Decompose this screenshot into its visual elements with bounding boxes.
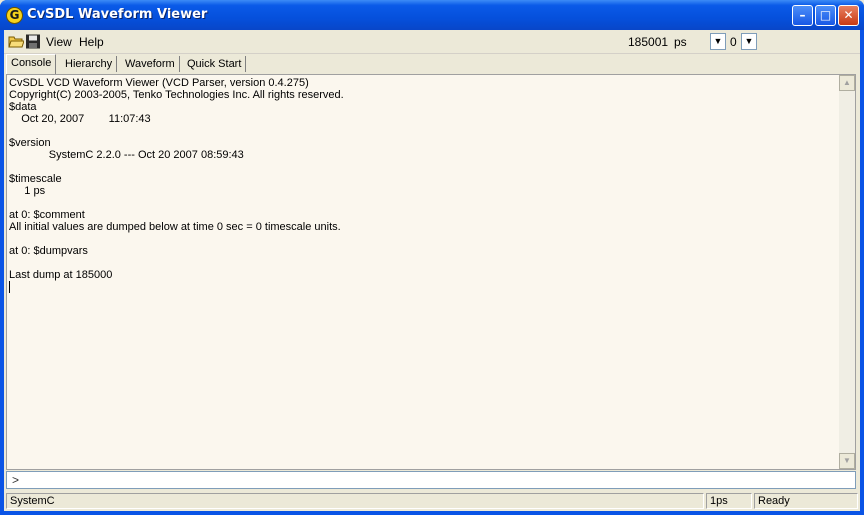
app-window: G CvSDL Waveform Viewer – □ ✕ View Help … xyxy=(0,0,864,515)
tab-strip: Console Hierarchy Waveform Quick Start xyxy=(4,54,860,74)
floppy-disk-icon[interactable] xyxy=(25,34,41,49)
minimize-icon: – xyxy=(799,8,806,22)
status-bar: SystemC 1ps Ready xyxy=(4,491,860,511)
console-line: All initial values are dumped below at t… xyxy=(9,221,341,233)
menu-toolbar: View Help 185001 ps ▼ 0 ▼ xyxy=(4,30,860,54)
command-input[interactable]: > xyxy=(6,471,856,489)
tab-quick-start[interactable]: Quick Start xyxy=(183,56,247,72)
scroll-down-button[interactable]: ▼ xyxy=(839,453,855,469)
zoom-dropdown-button[interactable]: ▼ xyxy=(741,33,757,50)
window-title: CvSDL Waveform Viewer xyxy=(27,7,208,22)
maximize-button[interactable]: □ xyxy=(815,5,836,26)
close-button[interactable]: ✕ xyxy=(838,5,859,26)
time-value: 185001 xyxy=(628,35,669,49)
console-line: Copyright(C) 2003-2005, Tenko Technologi… xyxy=(9,89,344,101)
console-line: 1 ps xyxy=(9,185,46,197)
prompt-symbol: > xyxy=(12,473,20,487)
chevron-down-icon: ▼ xyxy=(744,36,754,46)
time-unit: ps xyxy=(674,35,687,49)
console-line: $data xyxy=(9,101,37,113)
folder-open-icon[interactable] xyxy=(8,34,24,49)
chevron-down-icon: ▼ xyxy=(713,36,723,46)
close-icon: ✕ xyxy=(843,8,854,22)
console-line: Last dump at 185000 xyxy=(9,269,113,281)
cvsdl-logo-icon: G xyxy=(6,7,23,24)
console-lines: CvSDL VCD Waveform Viewer (VCD Parser, v… xyxy=(9,77,835,293)
tab-console[interactable]: Console xyxy=(6,54,57,74)
console-line: CvSDL VCD Waveform Viewer (VCD Parser, v… xyxy=(9,77,309,89)
client-area: View Help 185001 ps ▼ 0 ▼ Console Hierar… xyxy=(4,30,860,511)
tab-waveform[interactable]: Waveform xyxy=(121,56,180,72)
maximize-icon: □ xyxy=(819,8,832,22)
vertical-scrollbar[interactable]: ▲ ▼ xyxy=(839,75,855,469)
status-source: SystemC xyxy=(6,493,704,509)
arrow-down-icon: ▼ xyxy=(843,456,851,465)
zoom-combo-value[interactable]: 0 xyxy=(730,35,737,49)
console-line: $timescale xyxy=(9,173,62,185)
minimize-button[interactable]: – xyxy=(792,5,813,26)
console-line: at 0: $dumpvars xyxy=(9,245,88,257)
arrow-up-icon: ▲ xyxy=(843,78,851,87)
console-line: SystemC 2.2.0 --- Oct 20 2007 08:59:43 xyxy=(9,149,244,161)
console-line: $version xyxy=(9,137,51,149)
status-timescale: 1ps xyxy=(706,493,752,509)
menu-view[interactable]: View xyxy=(46,35,72,49)
console-output[interactable]: CvSDL VCD Waveform Viewer (VCD Parser, v… xyxy=(6,74,856,470)
menu-help[interactable]: Help xyxy=(79,35,104,49)
scroll-up-button[interactable]: ▲ xyxy=(839,75,855,91)
status-state: Ready xyxy=(754,493,858,509)
console-line: at 0: $comment xyxy=(9,209,85,221)
unit-dropdown-button[interactable]: ▼ xyxy=(710,33,726,50)
text-caret xyxy=(9,281,835,293)
tab-hierarchy[interactable]: Hierarchy xyxy=(61,56,118,72)
title-bar[interactable]: G CvSDL Waveform Viewer – □ ✕ xyxy=(0,0,864,30)
console-line: Oct 20, 2007 11:07:43 xyxy=(9,113,151,125)
